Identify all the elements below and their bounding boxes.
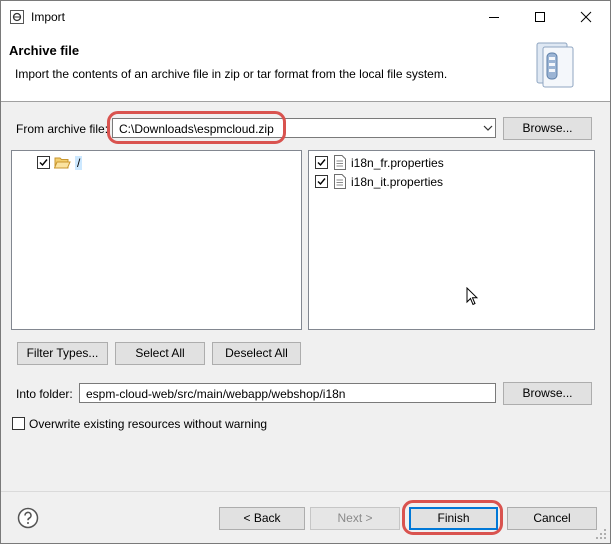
list-item[interactable]: i18n_it.properties bbox=[314, 173, 514, 191]
maximize-button[interactable] bbox=[517, 1, 563, 33]
checkmark-icon bbox=[39, 159, 48, 167]
eclipse-app-icon bbox=[10, 10, 24, 24]
overwrite-label: Overwrite existing resources without war… bbox=[29, 417, 268, 431]
select-all-button[interactable]: Select All bbox=[115, 342, 205, 365]
help-icon[interactable] bbox=[17, 507, 39, 529]
resize-grip-icon[interactable] bbox=[595, 528, 607, 540]
next-button[interactable]: Next > bbox=[310, 507, 400, 530]
archive-file-combo[interactable]: C:\Downloads\espmcloud.zip bbox=[112, 118, 496, 138]
file-label: i18n_fr.properties bbox=[351, 156, 444, 170]
file-list[interactable]: i18n_fr.properties i18n_it.properties bbox=[308, 150, 595, 330]
mouse-cursor-icon bbox=[466, 287, 478, 306]
window-title: Import bbox=[31, 10, 66, 24]
cancel-button[interactable]: Cancel bbox=[507, 507, 597, 530]
file-label: i18n_it.properties bbox=[351, 175, 444, 189]
chevron-down-icon[interactable] bbox=[483, 124, 493, 132]
minimize-icon bbox=[489, 17, 499, 18]
page-title: Archive file bbox=[9, 43, 80, 58]
deselect-all-button[interactable]: Deselect All bbox=[212, 342, 301, 365]
tree-item-label: / bbox=[75, 156, 83, 170]
archive-file-value: C:\Downloads\espmcloud.zip bbox=[119, 122, 274, 136]
filter-types-button[interactable]: Filter Types... bbox=[17, 342, 108, 365]
wizard-banner: Archive file Import the contents of an a… bbox=[1, 33, 610, 102]
into-folder-value: espm-cloud-web/src/main/webapp/webshop/i… bbox=[86, 387, 346, 401]
archive-browse-button[interactable]: Browse... bbox=[503, 117, 592, 140]
checkmark-icon bbox=[317, 159, 326, 167]
title-bar: Import bbox=[1, 1, 610, 33]
file-checkbox[interactable] bbox=[315, 175, 328, 188]
close-icon bbox=[580, 11, 592, 23]
into-folder-label: Into folder: bbox=[16, 387, 73, 401]
minimize-button[interactable] bbox=[471, 1, 517, 33]
archive-file-label: From archive file: bbox=[16, 122, 109, 136]
properties-file-icon bbox=[334, 174, 346, 189]
maximize-icon bbox=[535, 12, 545, 22]
folder-tree[interactable]: / bbox=[11, 150, 302, 330]
tree-item[interactable]: / bbox=[36, 154, 86, 172]
overwrite-checkbox[interactable] bbox=[12, 417, 25, 430]
open-folder-icon bbox=[54, 157, 71, 169]
file-checkbox[interactable] bbox=[315, 156, 328, 169]
into-folder-input[interactable]: espm-cloud-web/src/main/webapp/webshop/i… bbox=[79, 383, 496, 403]
finish-button[interactable]: Finish bbox=[409, 507, 498, 530]
back-button[interactable]: < Back bbox=[219, 507, 305, 530]
footer-separator bbox=[1, 491, 610, 492]
archive-wizard-icon bbox=[536, 42, 574, 88]
close-button[interactable] bbox=[563, 1, 609, 33]
checkmark-icon bbox=[317, 178, 326, 186]
page-description: Import the contents of an archive file i… bbox=[15, 67, 448, 81]
tree-item-checkbox[interactable] bbox=[37, 156, 50, 169]
folder-browse-button[interactable]: Browse... bbox=[503, 382, 592, 405]
import-dialog: Import Archive file Import the contents … bbox=[0, 0, 611, 544]
overwrite-option[interactable]: Overwrite existing resources without war… bbox=[11, 416, 311, 432]
properties-file-icon bbox=[334, 155, 346, 170]
list-item[interactable]: i18n_fr.properties bbox=[314, 154, 514, 172]
